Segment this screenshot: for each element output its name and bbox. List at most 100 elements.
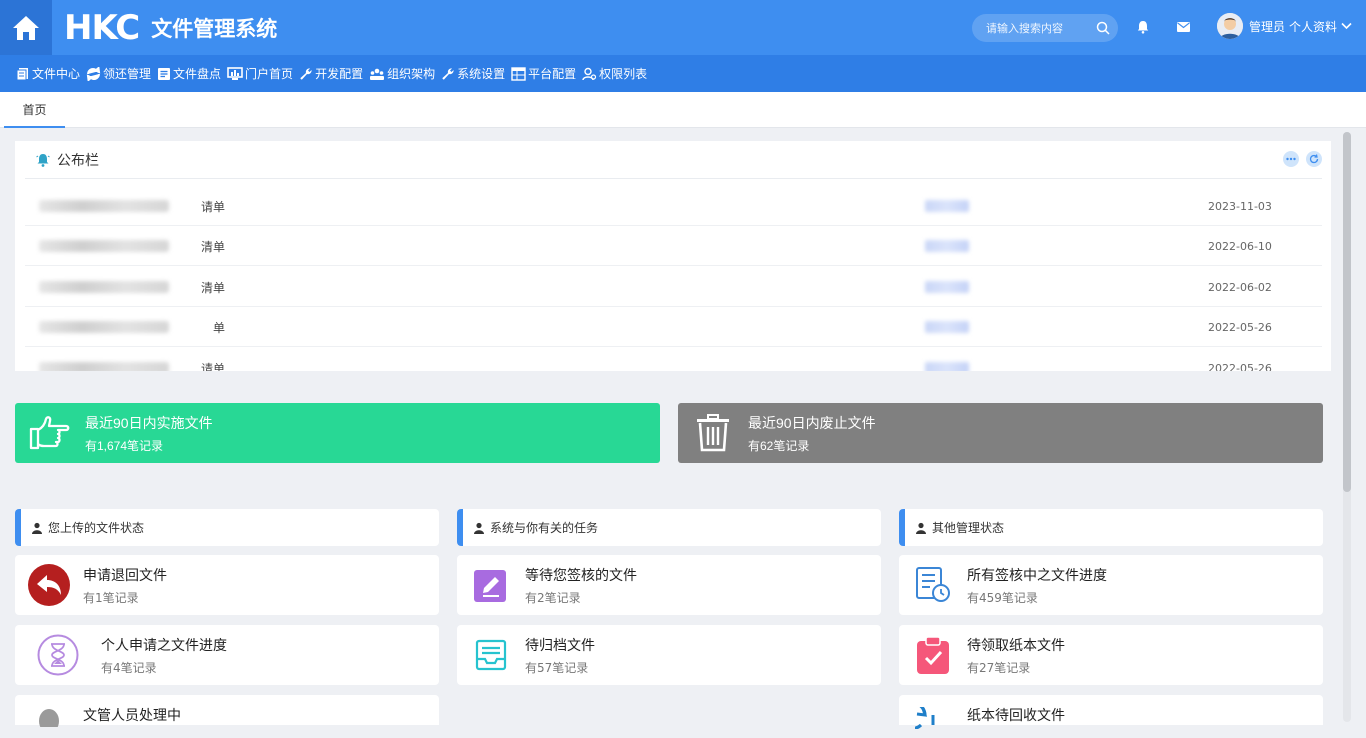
avatar [1217,13,1243,39]
tile-title: 文管人员处理中 [83,708,181,724]
tile-returned-files[interactable]: 申请退回文件 有1笔记录 [15,555,439,615]
bell-icon [36,153,50,167]
tile-title: 待领取纸本文件 [967,637,1065,654]
search-input[interactable] [986,21,1096,35]
tile-count: 有1笔记录 [83,590,139,605]
inbox-icon [457,639,525,671]
trash-icon [678,413,748,453]
search-icon[interactable] [1096,21,1110,35]
menu-label: 权限列表 [599,67,648,81]
tile-title: 待归档文件 [525,637,595,654]
section-label: 系统与你有关的任务 [490,521,599,535]
tile-title: 所有签核中之文件进度 [967,567,1107,584]
menu-borrow-return[interactable]: 领还管理 [86,65,151,82]
redacted-text [925,321,969,333]
stat-count: 有1,674笔记录 [85,438,164,453]
menu-dev-config[interactable]: 开发配置 [299,65,363,82]
app-logo: HKC 文件管理系统 [64,8,278,48]
redacted-text [925,362,969,371]
bulletin-row[interactable]: 清单 2022-06-02 [25,267,1322,307]
bulletin-row[interactable]: 请单 2022-05-26 [25,348,1322,371]
user-profile-link[interactable]: 个人资料 [1289,18,1337,35]
exchange-icon [86,66,101,81]
main-menu: 文件中心 领还管理 文件盘点 门户首页 开发配置 组织架构 系统设置 平台配置 … [0,55,1366,92]
bulletin-row[interactable]: 单 2022-05-26 [25,307,1322,347]
tile-count: 有459笔记录 [967,590,1038,605]
bulletin-item-date: 2022-05-26 [1208,361,1272,372]
menu-permission-list[interactable]: 权限列表 [582,65,647,82]
stat-abolished-files[interactable]: 最近90日内废止文件 有62笔记录 [678,403,1323,463]
redacted-text [925,240,969,252]
tile-pending-archive[interactable]: 待归档文件 有57笔记录 [457,625,881,685]
users-icon [582,67,597,80]
bulletin-item-name: 请单 [200,199,225,214]
mail-icon[interactable] [1177,22,1190,32]
document-clock-icon [899,566,967,604]
menu-platform-config[interactable]: 平台配置 [511,65,576,82]
refresh-icon[interactable] [1306,151,1322,167]
tile-count: 有4笔记录 [101,660,157,675]
bell-icon[interactable] [1137,20,1149,34]
user-icon [15,709,83,727]
section-label: 您上传的文件状态 [48,521,145,535]
menu-label: 门户首页 [245,67,294,81]
tile-personal-progress[interactable]: 个人申请之文件进度 有4笔记录 [15,625,439,685]
scrollbar-thumb[interactable] [1343,132,1351,492]
tile-pending-signoff[interactable]: 等待您签核的文件 有2笔记录 [457,555,881,615]
bulletin-row[interactable]: 清单 2022-06-10 [25,226,1322,266]
scrollbar[interactable] [1343,132,1351,722]
menu-system-settings[interactable]: 系统设置 [441,65,505,82]
stat-count: 有62笔记录 [748,438,810,453]
user-icon [474,522,484,534]
wrench-icon [442,67,454,80]
chevron-down-icon [1341,22,1352,30]
bulletin-item-date: 2022-06-02 [1208,280,1272,294]
tile-paper-recall[interactable]: 纸本待回收文件 [899,695,1323,729]
tile-all-signoff-progress[interactable]: 所有签核中之文件进度 有459笔记录 [899,555,1323,615]
reply-icon [15,564,83,606]
stat-title: 最近90日内实施文件 [85,414,213,431]
menu-label: 系统设置 [457,67,506,81]
system-title: 文件管理系统 [151,17,278,41]
history-icon [899,707,967,729]
user-menu[interactable]: 管理员 个人资料 [1217,13,1352,39]
file-icon [16,67,28,80]
tile-title: 个人申请之文件进度 [101,637,227,654]
stat-title: 最近90日内废止文件 [748,414,876,431]
bulletin-item-name: 清单 [200,239,225,254]
tile-clerk-processing[interactable]: 文管人员处理中 [15,695,439,727]
org-icon [370,68,385,80]
edit-icon [457,568,525,602]
stat-implemented-files[interactable]: 最近90日内实施文件 有1,674笔记录 [15,403,660,463]
bulletin-title: 公布栏 [57,152,99,169]
list-icon [158,67,171,80]
tile-title: 纸本待回收文件 [967,708,1065,724]
menu-label: 组织架构 [387,67,436,81]
menu-file-inventory[interactable]: 文件盘点 [157,65,221,82]
redacted-text [925,200,969,212]
thumb-pointing-icon [15,415,85,451]
tab-bar: 首页 [0,92,1366,128]
menu-portal-home[interactable]: 门户首页 [227,65,293,82]
menu-organization[interactable]: 组织架构 [369,65,435,82]
tile-pending-paper-pickup[interactable]: 待领取纸本文件 有27笔记录 [899,625,1323,685]
wrench-icon [300,67,312,80]
monitor-icon [227,66,243,80]
section-related-tasks: 系统与你有关的任务 [457,509,881,546]
section-other-status: 其他管理状态 [899,509,1323,546]
menu-label: 领还管理 [103,67,152,81]
section-uploaded-status: 您上传的文件状态 [15,509,439,546]
tab-home[interactable]: 首页 [4,92,65,128]
bulletin-item-name: 单 [212,320,225,335]
more-icon[interactable] [1283,151,1299,167]
tile-title: 等待您签核的文件 [525,567,637,584]
search-box [972,14,1118,42]
tile-count: 有2笔记录 [525,590,581,605]
bulletin-item-date: 2022-06-10 [1208,239,1272,253]
menu-file-center[interactable]: 文件中心 [16,65,80,82]
home-button[interactable] [0,0,52,55]
bulletin-header: 公布栏 [25,141,1322,179]
bulletin-row[interactable]: 请单 2023-11-03 [25,186,1322,226]
menu-label: 文件中心 [32,67,81,81]
table-icon [511,66,526,81]
